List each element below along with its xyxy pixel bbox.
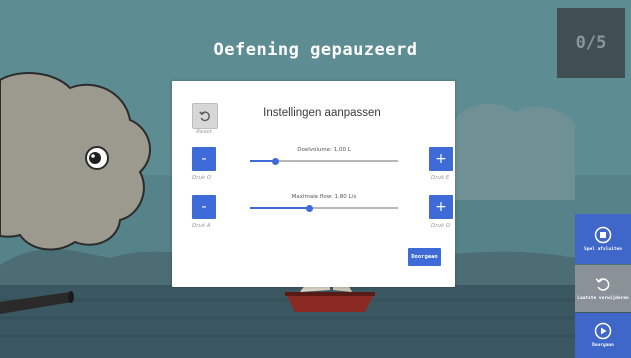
volume-slider[interactable] (250, 157, 398, 165)
remove-last-label: Laatste verwijderen (577, 296, 629, 301)
quit-game-button[interactable]: Spel afsluiten (575, 214, 631, 264)
reset-label: Reset (196, 129, 212, 135)
stop-circle-icon (594, 226, 612, 243)
cloud-pupil (89, 152, 101, 164)
flow-slider-label: Maximale flow: 1.80 L/s (291, 194, 357, 200)
undo-icon (595, 278, 610, 291)
volume-slider-thumb[interactable] (271, 157, 279, 165)
quit-game-label: Spel afsluiten (584, 246, 622, 252)
increase-flow-button[interactable]: + (429, 195, 453, 219)
sidebar-continue-label: Doorgaan (592, 343, 614, 348)
decrease-volume-button[interactable]: - (192, 147, 216, 171)
decrease-flow-button[interactable]: - (192, 195, 216, 219)
decrease-volume-hint: Druk Q (192, 175, 212, 181)
reset-button[interactable] (192, 103, 218, 129)
increase-volume-hint: Druk E (431, 175, 450, 181)
play-circle-icon (594, 322, 612, 340)
right-cloud (455, 103, 575, 200)
settings-modal: Reset Instellingen aanpassen - Druk Q Do… (172, 81, 455, 287)
progress-counter: 0/5 (557, 8, 625, 78)
flow-slider[interactable] (250, 204, 398, 212)
sidebar-continue-button[interactable]: Doorgaan (575, 313, 631, 358)
flow-slider-thumb[interactable] (305, 204, 313, 212)
continue-button[interactable]: Doorgaan (408, 248, 441, 266)
increase-flow-hint: Druk D (431, 223, 451, 229)
decrease-flow-hint: Druk A (192, 223, 211, 229)
page-title: Oefening gepauzeerd (213, 40, 418, 60)
flow-slider-fill (250, 207, 310, 209)
increase-volume-button[interactable]: + (429, 147, 453, 171)
undo-icon (199, 111, 210, 122)
remove-last-button[interactable]: Laatste verwijderen (575, 265, 631, 312)
modal-title: Instellingen aanpassen (263, 107, 381, 119)
volume-slider-label: Doelvolume: 1.00 L (297, 147, 351, 153)
